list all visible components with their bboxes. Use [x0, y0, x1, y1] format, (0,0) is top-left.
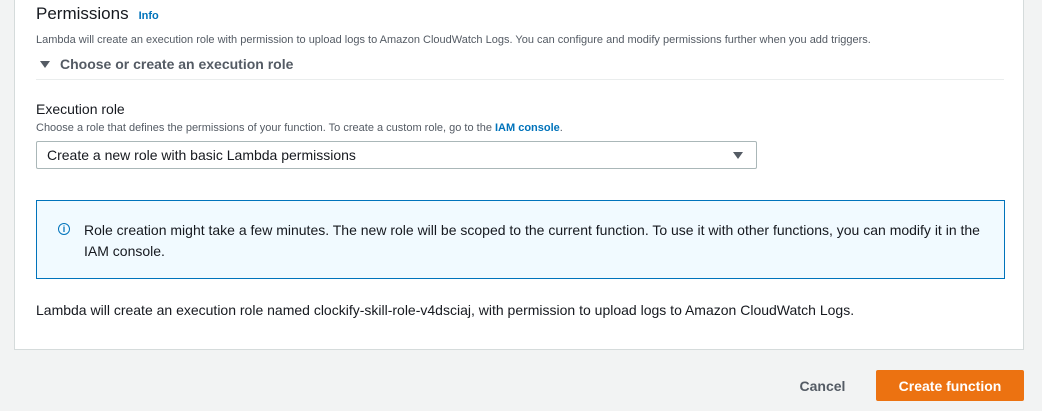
- caret-down-icon: [733, 152, 743, 159]
- info-alert: i Role creation might take a few minutes…: [36, 200, 1005, 279]
- info-link[interactable]: Info: [139, 10, 159, 22]
- alert-text: Role creation might take a few minutes. …: [84, 222, 980, 259]
- role-summary-text: Lambda will create an execution role nam…: [36, 302, 855, 318]
- permissions-panel: Permissions Info Lambda will create an e…: [14, 0, 1024, 350]
- expander-label: Choose or create an execution role: [60, 56, 294, 72]
- permissions-description: Lambda will create an execution role wit…: [36, 34, 871, 46]
- execution-role-select[interactable]: Create a new role with basic Lambda perm…: [36, 141, 757, 169]
- permissions-title: Permissions: [36, 4, 129, 23]
- divider: [36, 79, 1004, 80]
- info-circle-icon: i: [58, 223, 70, 235]
- permissions-header: Permissions Info: [36, 4, 159, 24]
- cancel-button[interactable]: Cancel: [786, 370, 859, 400]
- create-function-button[interactable]: Create function: [876, 370, 1024, 401]
- execution-role-label: Execution role: [36, 101, 125, 117]
- execution-role-description-text: Choose a role that defines the permissio…: [36, 122, 495, 134]
- execution-role-expander[interactable]: Choose or create an execution role: [40, 56, 293, 72]
- execution-role-description: Choose a role that defines the permissio…: [36, 122, 563, 134]
- execution-role-description-end: .: [559, 122, 563, 134]
- execution-role-select-value: Create a new role with basic Lambda perm…: [47, 147, 356, 163]
- iam-console-link[interactable]: IAM console: [495, 122, 560, 134]
- caret-down-icon: [40, 60, 50, 68]
